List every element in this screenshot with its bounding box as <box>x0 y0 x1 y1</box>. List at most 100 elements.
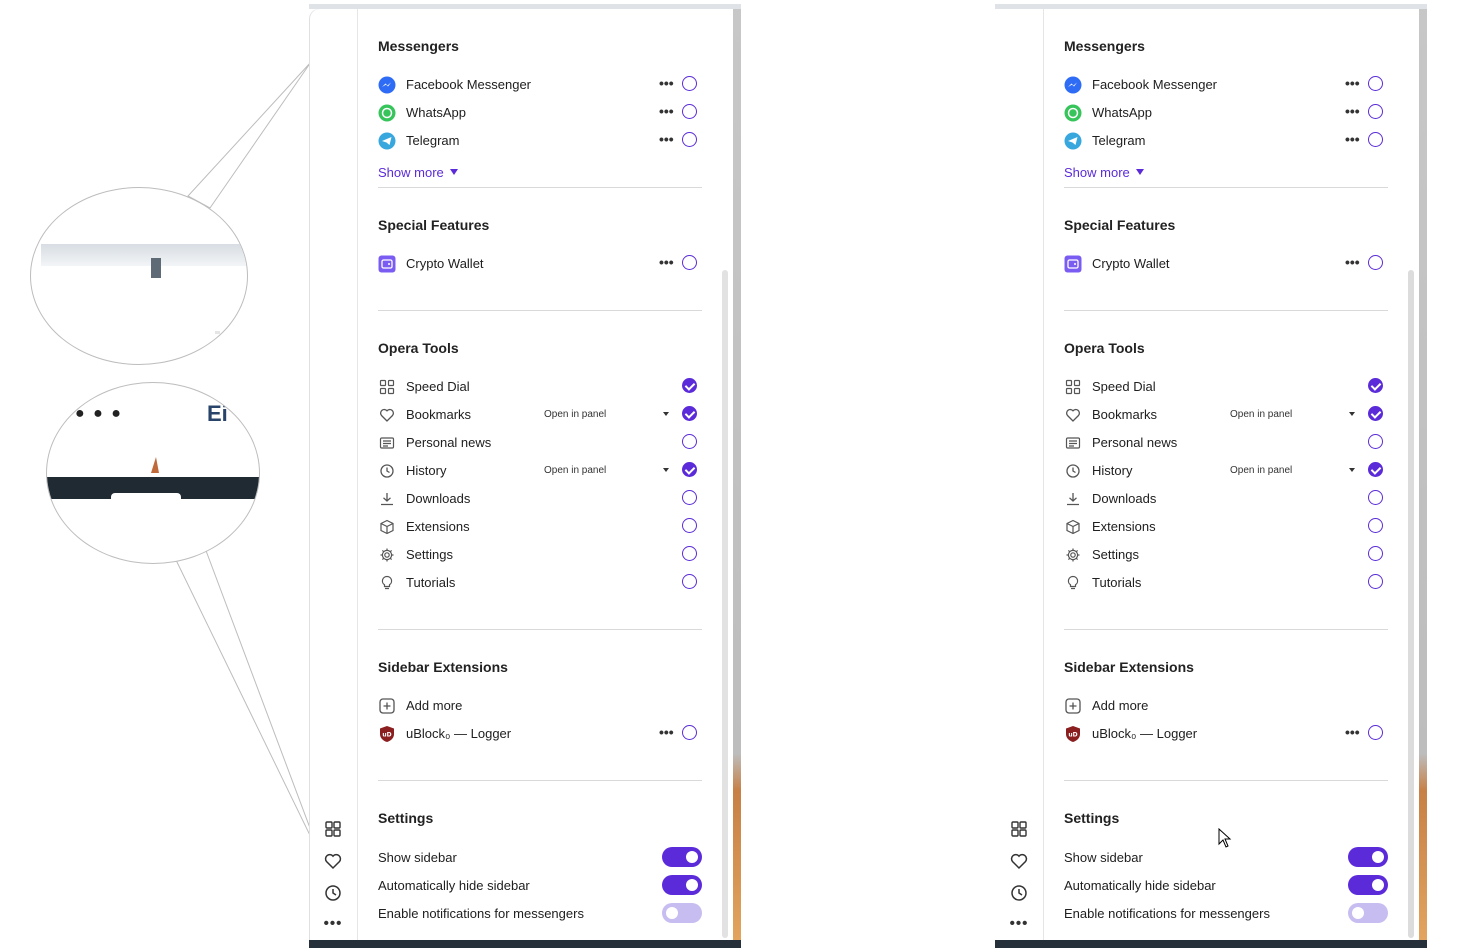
tool-checkbox[interactable] <box>1368 462 1383 477</box>
extension-row-ublock[interactable]: uD uBlock₀ — Logger ••• <box>378 722 702 746</box>
more-options-icon[interactable]: ••• <box>659 75 674 91</box>
extension-row-ublock[interactable]: uD uBlock₀ — Logger ••• <box>1064 722 1388 746</box>
more-options-icon[interactable]: ••• <box>1345 724 1360 740</box>
tool-checkbox[interactable] <box>1368 378 1383 393</box>
tool-checkbox[interactable] <box>682 518 697 533</box>
messenger-row-whatsapp[interactable]: WhatsApp ••• <box>1064 101 1388 125</box>
messenger-checkbox[interactable] <box>1368 76 1383 91</box>
tool-label: Personal news <box>406 435 492 450</box>
messenger-checkbox[interactable] <box>682 132 697 147</box>
tool-row-personal-news[interactable]: Personal news <box>1064 431 1388 455</box>
more-options-icon[interactable]: ••• <box>1345 75 1360 91</box>
special-checkbox[interactable] <box>1368 255 1383 270</box>
more-options-icon[interactable]: ••• <box>321 915 345 933</box>
messenger-checkbox[interactable] <box>682 104 697 119</box>
messenger-checkbox[interactable] <box>1368 104 1383 119</box>
tool-checkbox[interactable] <box>1368 518 1383 533</box>
add-more-extensions-button[interactable]: Add more <box>378 694 702 718</box>
special-row-crypto-wallet[interactable]: Crypto Wallet ••• <box>1064 252 1388 276</box>
open-mode-select[interactable]: Open in panel <box>544 465 606 476</box>
tool-checkbox[interactable] <box>682 434 697 449</box>
speed-dial-grid-icon[interactable] <box>321 819 345 843</box>
tool-checkbox[interactable] <box>682 490 697 505</box>
tool-row-settings[interactable]: Settings <box>1064 543 1388 567</box>
tool-row-history[interactable]: History Open in panel <box>378 459 702 483</box>
more-options-icon[interactable]: ••• <box>659 724 674 740</box>
extension-checkbox[interactable] <box>1368 725 1383 740</box>
messenger-row-whatsapp[interactable]: WhatsApp ••• <box>378 101 702 125</box>
messenger-checkbox[interactable] <box>1368 132 1383 147</box>
tool-row-bookmarks[interactable]: Bookmarks Open in panel <box>378 403 702 427</box>
auto-hide-sidebar-toggle[interactable] <box>1348 875 1388 895</box>
more-options-icon[interactable]: ••• <box>659 254 674 270</box>
tool-row-speed-dial[interactable]: Speed Dial <box>378 375 702 399</box>
tool-checkbox[interactable] <box>682 406 697 421</box>
speed-dial-grid-icon[interactable] <box>1007 819 1031 843</box>
tool-checkbox[interactable] <box>682 546 697 561</box>
more-options-icon[interactable]: ••• <box>1345 103 1360 119</box>
section-divider <box>1064 629 1388 630</box>
open-mode-select[interactable]: Open in panel <box>544 409 606 420</box>
whatsapp-icon <box>378 104 396 122</box>
show-sidebar-toggle[interactable] <box>662 847 702 867</box>
messenger-row-facebook[interactable]: Facebook Messenger ••• <box>1064 73 1388 97</box>
section-divider <box>378 310 702 311</box>
tool-row-speed-dial[interactable]: Speed Dial <box>1064 375 1388 399</box>
more-options-icon[interactable]: ••• <box>659 131 674 147</box>
tool-row-history[interactable]: History Open in panel <box>1064 459 1388 483</box>
tool-row-extensions[interactable]: Extensions <box>378 515 702 539</box>
tool-checkbox[interactable] <box>1368 434 1383 449</box>
history-clock-icon[interactable] <box>1007 883 1031 907</box>
auto-hide-sidebar-toggle[interactable] <box>662 875 702 895</box>
speed-dial-icon <box>1065 379 1081 395</box>
more-options-icon[interactable]: ••• <box>659 103 674 119</box>
tool-checkbox[interactable] <box>682 378 697 393</box>
messenger-row-telegram[interactable]: Telegram ••• <box>378 129 702 153</box>
messenger-checkbox[interactable] <box>682 76 697 91</box>
tool-row-extensions[interactable]: Extensions <box>1064 515 1388 539</box>
chevron-down-icon[interactable] <box>1349 412 1355 416</box>
chevron-down-icon[interactable] <box>663 412 669 416</box>
history-clock-icon[interactable] <box>321 883 345 907</box>
tool-row-bookmarks[interactable]: Bookmarks Open in panel <box>1064 403 1388 427</box>
messenger-row-telegram[interactable]: Telegram ••• <box>1064 129 1388 153</box>
open-mode-select[interactable]: Open in panel <box>1230 409 1292 420</box>
show-more-link[interactable]: Show more <box>1064 165 1144 180</box>
chevron-down-icon[interactable] <box>1349 468 1355 472</box>
show-sidebar-toggle[interactable] <box>1348 847 1388 867</box>
tool-row-tutorials[interactable]: Tutorials <box>1064 571 1388 595</box>
bookmarks-heart-icon[interactable] <box>1007 851 1031 875</box>
tool-checkbox[interactable] <box>1368 406 1383 421</box>
taskbar-strip <box>995 940 1427 948</box>
tool-row-tutorials[interactable]: Tutorials <box>378 571 702 595</box>
tool-checkbox[interactable] <box>682 462 697 477</box>
bookmarks-heart-icon[interactable] <box>321 851 345 875</box>
more-options-icon[interactable]: ••• <box>1345 254 1360 270</box>
tool-label: Settings <box>406 547 453 562</box>
tool-row-settings[interactable]: Settings <box>378 543 702 567</box>
extension-checkbox[interactable] <box>682 725 697 740</box>
add-more-extensions-button[interactable]: Add more <box>1064 694 1388 718</box>
messenger-notifications-toggle[interactable] <box>662 903 702 923</box>
panel-scrollbar[interactable] <box>1408 270 1414 938</box>
tool-checkbox[interactable] <box>1368 574 1383 589</box>
chevron-down-icon[interactable] <box>663 468 669 472</box>
panel-scrollbar[interactable] <box>722 270 728 938</box>
tool-checkbox[interactable] <box>1368 546 1383 561</box>
special-checkbox[interactable] <box>682 255 697 270</box>
tool-row-downloads[interactable]: Downloads <box>378 487 702 511</box>
messenger-notifications-toggle[interactable] <box>1348 903 1388 923</box>
chevron-down-icon <box>1135 169 1144 175</box>
show-more-link[interactable]: Show more <box>378 165 458 180</box>
tool-checkbox[interactable] <box>1368 490 1383 505</box>
tool-row-personal-news[interactable]: Personal news <box>378 431 702 455</box>
open-mode-select[interactable]: Open in panel <box>1230 465 1292 476</box>
tool-checkbox[interactable] <box>682 574 697 589</box>
messenger-row-facebook[interactable]: Facebook Messenger ••• <box>378 73 702 97</box>
more-options-icon[interactable]: ••• <box>1345 131 1360 147</box>
special-row-crypto-wallet[interactable]: Crypto Wallet ••• <box>378 252 702 276</box>
tool-row-downloads[interactable]: Downloads <box>1064 487 1388 511</box>
history-clock-icon <box>380 464 394 478</box>
more-options-icon[interactable]: ••• <box>1007 915 1031 933</box>
zoomed-more-icon: ● ● ● <box>75 405 123 422</box>
